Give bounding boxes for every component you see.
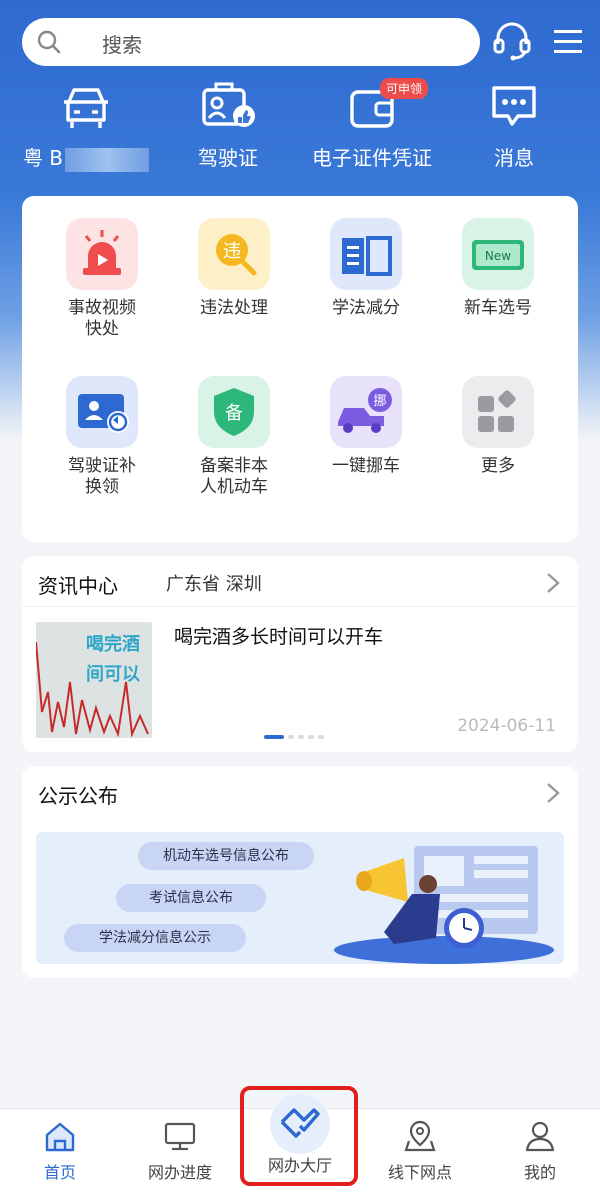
more-grid-icon [462,376,534,448]
menu-icon[interactable] [552,20,584,62]
shortcut-license-label: 驾驶证 [198,146,258,170]
shortcut-e-certificate-label: 电子证件凭证 [312,146,432,170]
service-label-line: 快处 [85,319,119,339]
news-section-title: 资讯中心 [38,574,118,598]
highlight-box [240,1086,358,1186]
chevron-right-icon[interactable] [546,782,560,804]
services-card: 事故视频 快处 违 违法处理 学法减分 New 新车选号 驾驶证补 换领 备 备… [22,196,578,542]
tab-progress[interactable]: 网办进度 [120,1119,240,1183]
service-move-car[interactable]: 挪 一键挪车 [300,376,432,477]
service-more[interactable]: 更多 [432,376,564,477]
service-license-replace[interactable]: 驾驶证补 换领 [36,376,168,498]
search-icon [37,30,61,54]
license-icon [202,82,255,127]
shortcut-messages-label: 消息 [494,146,534,170]
pager-dot-active [264,734,284,739]
book-icon [330,218,402,290]
chevron-right-icon[interactable] [546,572,560,594]
shortcut-messages[interactable]: 消息 [444,82,584,182]
tab-offline-points-label: 线下网点 [387,1163,452,1182]
divider [22,606,578,607]
news-thumbnail[interactable]: 喝完酒 间可以 [36,622,152,738]
tab-mine[interactable]: 我的 [480,1119,600,1183]
tab-offline-points[interactable]: 线下网点 [360,1119,480,1183]
svg-text:备: 备 [225,403,243,424]
search-bar[interactable]: 搜索 [22,18,480,66]
service-label-line: 驾驶证补 [68,456,136,476]
violation-icon: 违 [198,218,270,290]
shortcut-e-certificate[interactable]: 可申领 电子证件凭证 [302,78,442,182]
user-icon [525,1121,555,1152]
pager-dot [298,734,304,739]
notice-card: 公示公布 机动车选号信息公布 考试信息公布 学法减分信息公示 [22,766,578,978]
notice-pill-exam-info[interactable]: 考试信息公布 [116,884,266,912]
service-label-line: 换领 [85,477,119,497]
news-region[interactable]: 广东省 深圳 [166,570,262,596]
service-label-line: 一键挪车 [332,456,400,476]
carousel-pager [264,726,328,745]
siren-icon [66,218,138,290]
service-register-vehicle[interactable]: 备 备案非本 人机动车 [168,376,300,498]
pager-dot [288,734,294,739]
car-icon [64,88,108,128]
news-headline[interactable]: 喝完酒多长时间可以开车 [174,622,383,649]
service-label-line: 事故视频 [68,298,136,318]
tow-truck-icon: 挪 [330,376,402,448]
tab-home[interactable]: 首页 [0,1119,120,1183]
svg-text:New: New [485,249,511,263]
new-plate-icon: New [462,218,534,290]
plate-number-mask [65,147,150,172]
tab-home-label: 首页 [43,1163,76,1182]
service-label-line: 违法处理 [200,298,268,318]
shortcut-vehicle-label: 粤 B [22,146,64,170]
headset-icon[interactable] [492,20,532,62]
pager-dot [318,734,324,739]
service-violation[interactable]: 违 违法处理 [168,218,300,319]
thumbnail-line-graphic [36,641,149,738]
service-new-plate[interactable]: New 新车选号 [432,218,564,319]
apply-badge: 可申领 [380,78,429,99]
notice-banner[interactable]: 机动车选号信息公布 考试信息公布 学法减分信息公示 [36,832,564,964]
notice-pill-study-deduct[interactable]: 学法减分信息公示 [64,924,246,952]
shortcut-vehicle[interactable]: 粤 B [16,82,156,182]
svg-text:挪: 挪 [373,394,386,409]
home-icon [45,1122,75,1152]
service-label-line: 更多 [481,456,515,476]
id-card-replace-icon [66,376,138,448]
notice-section-title: 公示公布 [38,784,118,808]
service-accident-video[interactable]: 事故视频 快处 [36,218,168,340]
shield-register-icon: 备 [198,376,270,448]
notice-illustration [334,846,554,964]
service-label-line: 人机动车 [200,477,268,497]
service-label-line: 学法减分 [332,298,400,318]
pager-dot [308,734,314,739]
shortcut-license[interactable]: 驾驶证 [158,82,298,182]
svg-text:违: 违 [223,241,241,262]
service-label-line: 备案非本 [200,456,268,476]
service-label-line: 新车选号 [464,298,532,318]
monitor-icon [164,1122,196,1151]
tab-progress-label: 网办进度 [147,1163,212,1182]
message-icon [492,86,536,126]
search-placeholder: 搜索 [102,33,142,57]
tab-mine-label: 我的 [523,1163,556,1182]
news-card: 资讯中心 广东省 深圳 喝完酒 间可以 喝完酒多长时间可以开车 2024-06-… [22,556,578,752]
notice-pill-plate-selection[interactable]: 机动车选号信息公布 [138,842,314,870]
location-pin-icon [404,1120,436,1152]
service-study-deduct[interactable]: 学法减分 [300,218,432,319]
news-date: 2024-06-11 [457,716,556,736]
